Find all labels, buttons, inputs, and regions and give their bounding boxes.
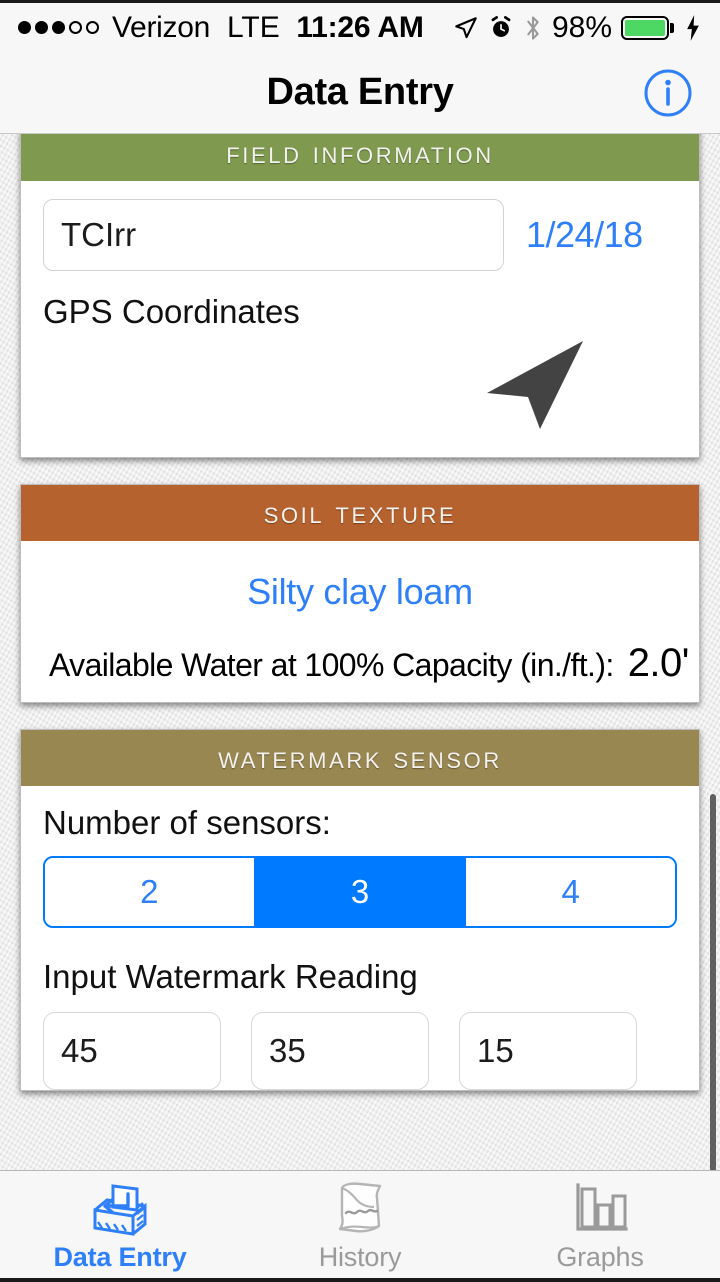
bar-chart-icon: [570, 1178, 630, 1240]
watermark-sensor-card: Watermark Sensor Number of sensors: 2 3 …: [20, 729, 700, 1091]
entry-date-label[interactable]: 1/24/18: [526, 214, 643, 256]
signal-dot: [69, 21, 82, 34]
soil-texture-body: Silty clay loam Available Water at 100% …: [21, 541, 699, 702]
status-bar-left: Verizon LTE: [18, 11, 280, 45]
watermark-reading-input-2[interactable]: [251, 1012, 429, 1090]
sensor-count-option-4[interactable]: 4: [466, 858, 675, 926]
tab-history[interactable]: History: [240, 1178, 480, 1273]
bluetooth-icon: [527, 15, 539, 40]
field-information-card: Field Information 1/24/18 GPS Coordinate…: [20, 134, 700, 458]
sensor-count-segmented-control[interactable]: 2 3 4: [43, 856, 677, 928]
soil-texture-header: Soil Texture: [21, 485, 699, 541]
sensor-count-option-2[interactable]: 2: [45, 858, 256, 926]
tab-label-history: History: [318, 1242, 402, 1272]
charging-bolt-icon: [687, 14, 699, 41]
watermark-reading-label: Input Watermark Reading: [43, 958, 418, 995]
available-water-value: 2.0': [627, 641, 690, 685]
watermark-sensor-header: Watermark Sensor: [21, 730, 699, 786]
available-water-label: Available Water at 100% Capacity (in./ft…: [49, 647, 614, 683]
signal-strength-dots: [18, 21, 99, 34]
home-indicator-bar: [0, 1278, 720, 1282]
signal-dot: [18, 21, 31, 34]
network-type-label: LTE: [226, 10, 280, 44]
watermark-reading-input-1[interactable]: [43, 1012, 221, 1090]
gps-coordinates-label: GPS Coordinates: [43, 293, 300, 330]
alarm-clock-icon: [491, 15, 511, 37]
soil-texture-card: Soil Texture Silty clay loam Available W…: [20, 484, 700, 703]
signal-dot: [35, 21, 48, 34]
carrier-label: Verizon: [112, 10, 210, 44]
tab-bar: Data Entry History Graphs: [0, 1170, 720, 1282]
scroll-content[interactable]: Field Information 1/24/18 GPS Coordinate…: [0, 134, 720, 1170]
info-circle-icon: [644, 69, 692, 116]
tab-data-entry[interactable]: Data Entry: [0, 1178, 240, 1273]
signal-dot: [86, 21, 99, 34]
navigation-bar: Data Entry: [0, 52, 720, 134]
location-arrow-icon: [455, 16, 477, 38]
available-water-row: Available Water at 100% Capacity (in./ft…: [37, 633, 689, 692]
soil-type-value[interactable]: Silty clay loam: [37, 555, 683, 633]
watermark-sensor-body: Number of sensors: 2 3 4 Input Watermark…: [21, 786, 699, 1090]
info-button[interactable]: [643, 68, 693, 118]
app-screen: Verizon LTE 11:26 AM 98% Data Entry fiel…: [0, 0, 720, 1282]
scroll-parchment-icon: [330, 1178, 390, 1240]
watermark-reading-grid: [43, 1012, 677, 1090]
battery-percent-label: 98%: [551, 10, 612, 44]
tab-label-graphs: Graphs: [556, 1242, 644, 1272]
tab-label-data-entry: Data Entry: [53, 1242, 187, 1272]
page-title: Data Entry: [266, 71, 454, 113]
battery-fill: [625, 19, 665, 36]
watermark-reading-input-3[interactable]: [459, 1012, 637, 1090]
field-name-row: 1/24/18: [43, 199, 677, 271]
field-information-body: 1/24/18 GPS Coordinates: [21, 181, 699, 457]
data-entry-tray-icon: [87, 1178, 153, 1240]
vertical-scrollbar[interactable]: [710, 794, 716, 1170]
field-name-input[interactable]: [43, 199, 504, 271]
gps-button[interactable]: [43, 337, 677, 433]
field-information-header: Field Information: [21, 134, 699, 181]
battery-icon: [621, 15, 669, 40]
sensor-count-option-3[interactable]: 3: [255, 858, 467, 926]
navigation-arrow-icon: [487, 341, 583, 429]
signal-dot: [52, 21, 65, 34]
tab-graphs[interactable]: Graphs: [480, 1178, 720, 1273]
status-bar-right: 98%: [453, 11, 702, 45]
status-bar: Verizon LTE 11:26 AM 98%: [0, 0, 720, 52]
sensor-count-label: Number of sensors:: [43, 804, 331, 841]
